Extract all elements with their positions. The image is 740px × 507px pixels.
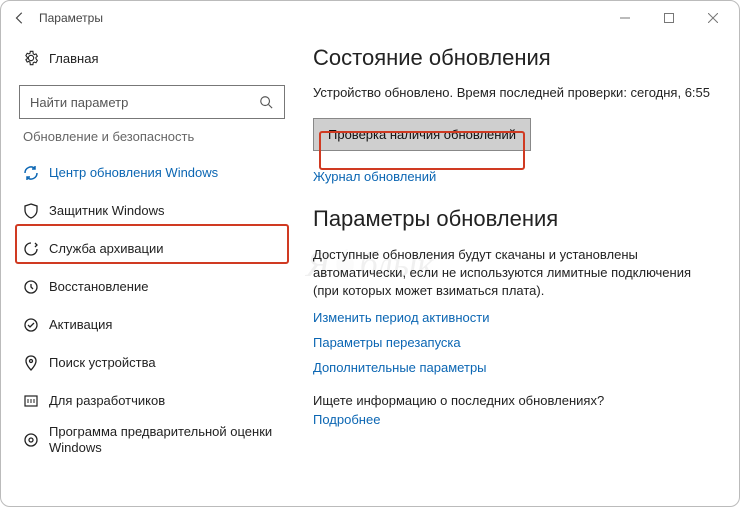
sidebar-item-label: Активация [49,317,112,333]
more-info-link[interactable]: Подробнее [313,412,715,427]
gear-icon [23,50,39,66]
advanced-options-link[interactable]: Дополнительные параметры [313,360,715,375]
insider-icon [23,432,39,448]
sync-icon [23,165,39,181]
titlebar: Параметры [1,1,739,35]
update-status-text: Устройство обновлено. Время последней пр… [313,85,715,100]
sidebar-item-windows-update[interactable]: Центр обновления Windows [17,154,287,192]
window-controls [603,3,735,33]
sidebar-group-title: Обновление и безопасность [23,129,287,144]
update-status-heading: Состояние обновления [313,45,715,71]
shield-icon [23,203,39,219]
more-info-text: Ищете информацию о последних обновлениях… [313,393,715,408]
sidebar-item-backup[interactable]: Служба архивации [17,230,287,268]
sidebar-item-label: Восстановление [49,279,148,295]
back-button[interactable] [5,3,35,33]
restore-icon [23,279,39,295]
search-input[interactable]: Найти параметр [19,85,285,119]
update-params-text: Доступные обновления будут скачаны и уст… [313,246,715,300]
backup-icon [23,241,39,257]
minimize-button[interactable] [603,3,647,33]
main-content: Состояние обновления Устройство обновлен… [287,41,723,506]
sidebar: Главная Найти параметр Обновление и безо… [17,41,287,506]
sidebar-item-activation[interactable]: Активация [17,306,287,344]
sidebar-list: Центр обновления Windows Защитник Window… [17,154,287,460]
sidebar-item-defender[interactable]: Защитник Windows [17,192,287,230]
sidebar-item-recovery[interactable]: Восстановление [17,268,287,306]
check-updates-button[interactable]: Проверка наличия обновлений [313,118,531,151]
sidebar-item-insider[interactable]: Программа предварительной оценки Windows [17,420,287,460]
activation-icon [23,317,39,333]
close-button[interactable] [691,3,735,33]
update-params-heading: Параметры обновления [313,206,715,232]
find-device-icon [23,355,39,371]
sidebar-item-label: Служба архивации [49,241,164,257]
sidebar-item-label: Поиск устройства [49,355,156,371]
close-icon [708,13,718,23]
window-title: Параметры [39,11,603,25]
maximize-icon [664,13,674,23]
update-history-link[interactable]: Журнал обновлений [313,169,715,184]
search-icon [258,94,274,110]
home-label: Главная [49,51,98,66]
restart-options-link[interactable]: Параметры перезапуска [313,335,715,350]
maximize-button[interactable] [647,3,691,33]
search-placeholder: Найти параметр [30,95,128,110]
sidebar-item-label: Защитник Windows [49,203,164,219]
active-hours-link[interactable]: Изменить период активности [313,310,715,325]
sidebar-item-label: Центр обновления Windows [49,165,218,181]
sidebar-item-developers[interactable]: Для разработчиков [17,382,287,420]
home-nav[interactable]: Главная [17,41,287,75]
sidebar-item-label: Для разработчиков [49,393,165,409]
minimize-icon [620,13,630,23]
arrow-left-icon [13,11,27,25]
sidebar-item-find-device[interactable]: Поиск устройства [17,344,287,382]
sidebar-item-label: Программа предварительной оценки Windows [49,424,281,456]
developer-icon [23,393,39,409]
